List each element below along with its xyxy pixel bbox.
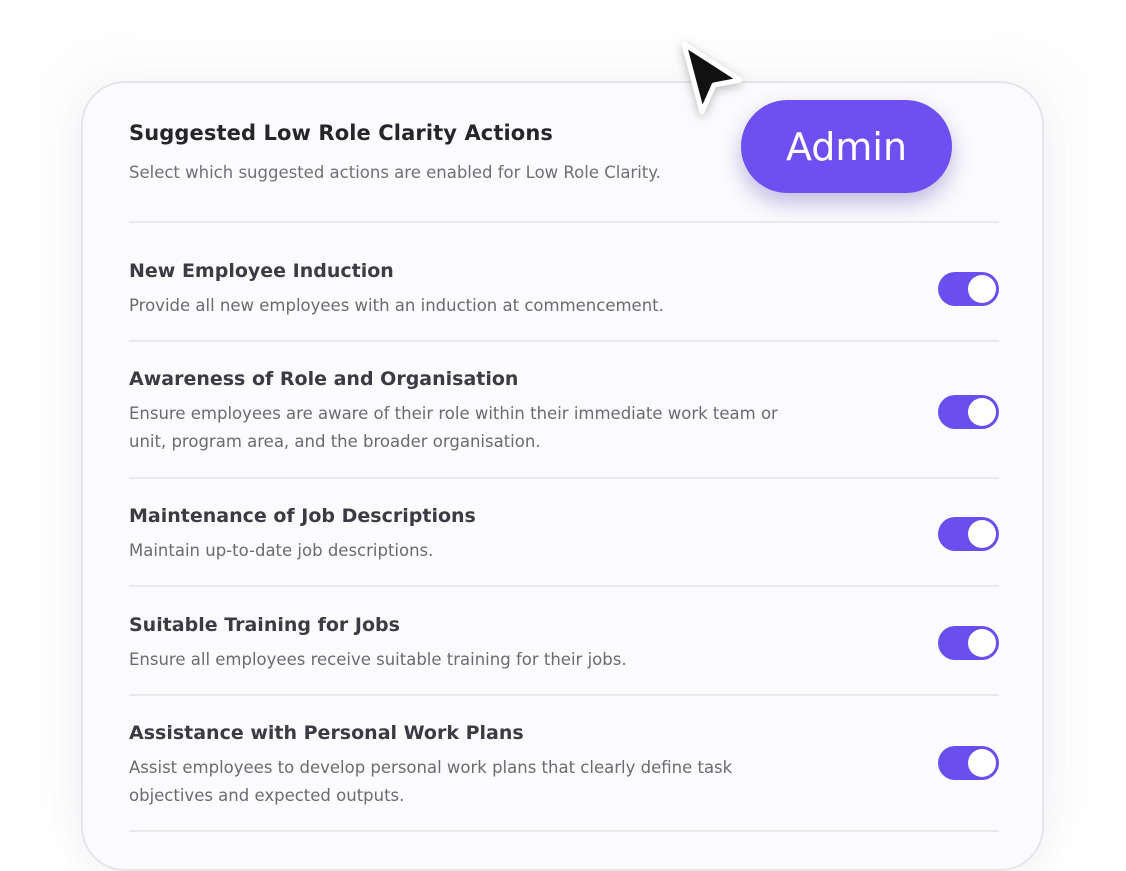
divider <box>129 694 999 696</box>
action-row-personal-work-plans: Assistance with Personal Work Plans Assi… <box>129 722 999 810</box>
action-title: New Employee Induction <box>129 260 394 282</box>
toggle-suitable-training[interactable] <box>938 626 999 660</box>
action-row-job-descriptions: Maintenance of Job Descriptions Maintain… <box>129 505 999 565</box>
divider <box>129 221 999 223</box>
admin-badge: Admin <box>741 100 952 193</box>
action-description: Provide all new employees with an induct… <box>129 296 664 315</box>
divider <box>129 340 999 342</box>
toggle-knob <box>968 520 996 548</box>
action-title: Suitable Training for Jobs <box>129 614 400 636</box>
action-row-text: New Employee Induction Provide all new e… <box>129 260 789 320</box>
toggle-new-employee-induction[interactable] <box>938 272 999 306</box>
action-row-awareness-of-role: Awareness of Role and Organisation Ensur… <box>129 368 999 456</box>
action-row-suitable-training: Suitable Training for Jobs Ensure all em… <box>129 614 999 674</box>
action-description: Maintain up-to-date job descriptions. <box>129 541 434 560</box>
action-row-text: Awareness of Role and Organisation Ensur… <box>129 368 789 456</box>
divider <box>129 477 999 479</box>
action-row-new-employee-induction: New Employee Induction Provide all new e… <box>129 260 999 320</box>
toggle-awareness-of-role[interactable] <box>938 395 999 429</box>
toggle-knob <box>968 749 996 777</box>
action-title: Assistance with Personal Work Plans <box>129 722 524 744</box>
toggle-knob <box>968 275 996 303</box>
action-title: Maintenance of Job Descriptions <box>129 505 476 527</box>
toggle-knob <box>968 398 996 426</box>
action-title: Awareness of Role and Organisation <box>129 368 519 390</box>
action-description: Ensure all employees receive suitable tr… <box>129 650 627 669</box>
toggle-job-descriptions[interactable] <box>938 517 999 551</box>
mouse-pointer-icon <box>681 41 743 115</box>
action-row-text: Suitable Training for Jobs Ensure all em… <box>129 614 789 674</box>
toggle-knob <box>968 629 996 657</box>
toggle-personal-work-plans[interactable] <box>938 746 999 780</box>
action-description: Ensure employees are aware of their role… <box>129 404 778 451</box>
divider <box>129 585 999 587</box>
divider <box>129 830 999 832</box>
action-row-text: Maintenance of Job Descriptions Maintain… <box>129 505 789 565</box>
settings-card: Suggested Low Role Clarity Actions Selec… <box>81 81 1044 871</box>
action-description: Assist employees to develop personal wor… <box>129 758 733 805</box>
action-row-text: Assistance with Personal Work Plans Assi… <box>129 722 789 810</box>
